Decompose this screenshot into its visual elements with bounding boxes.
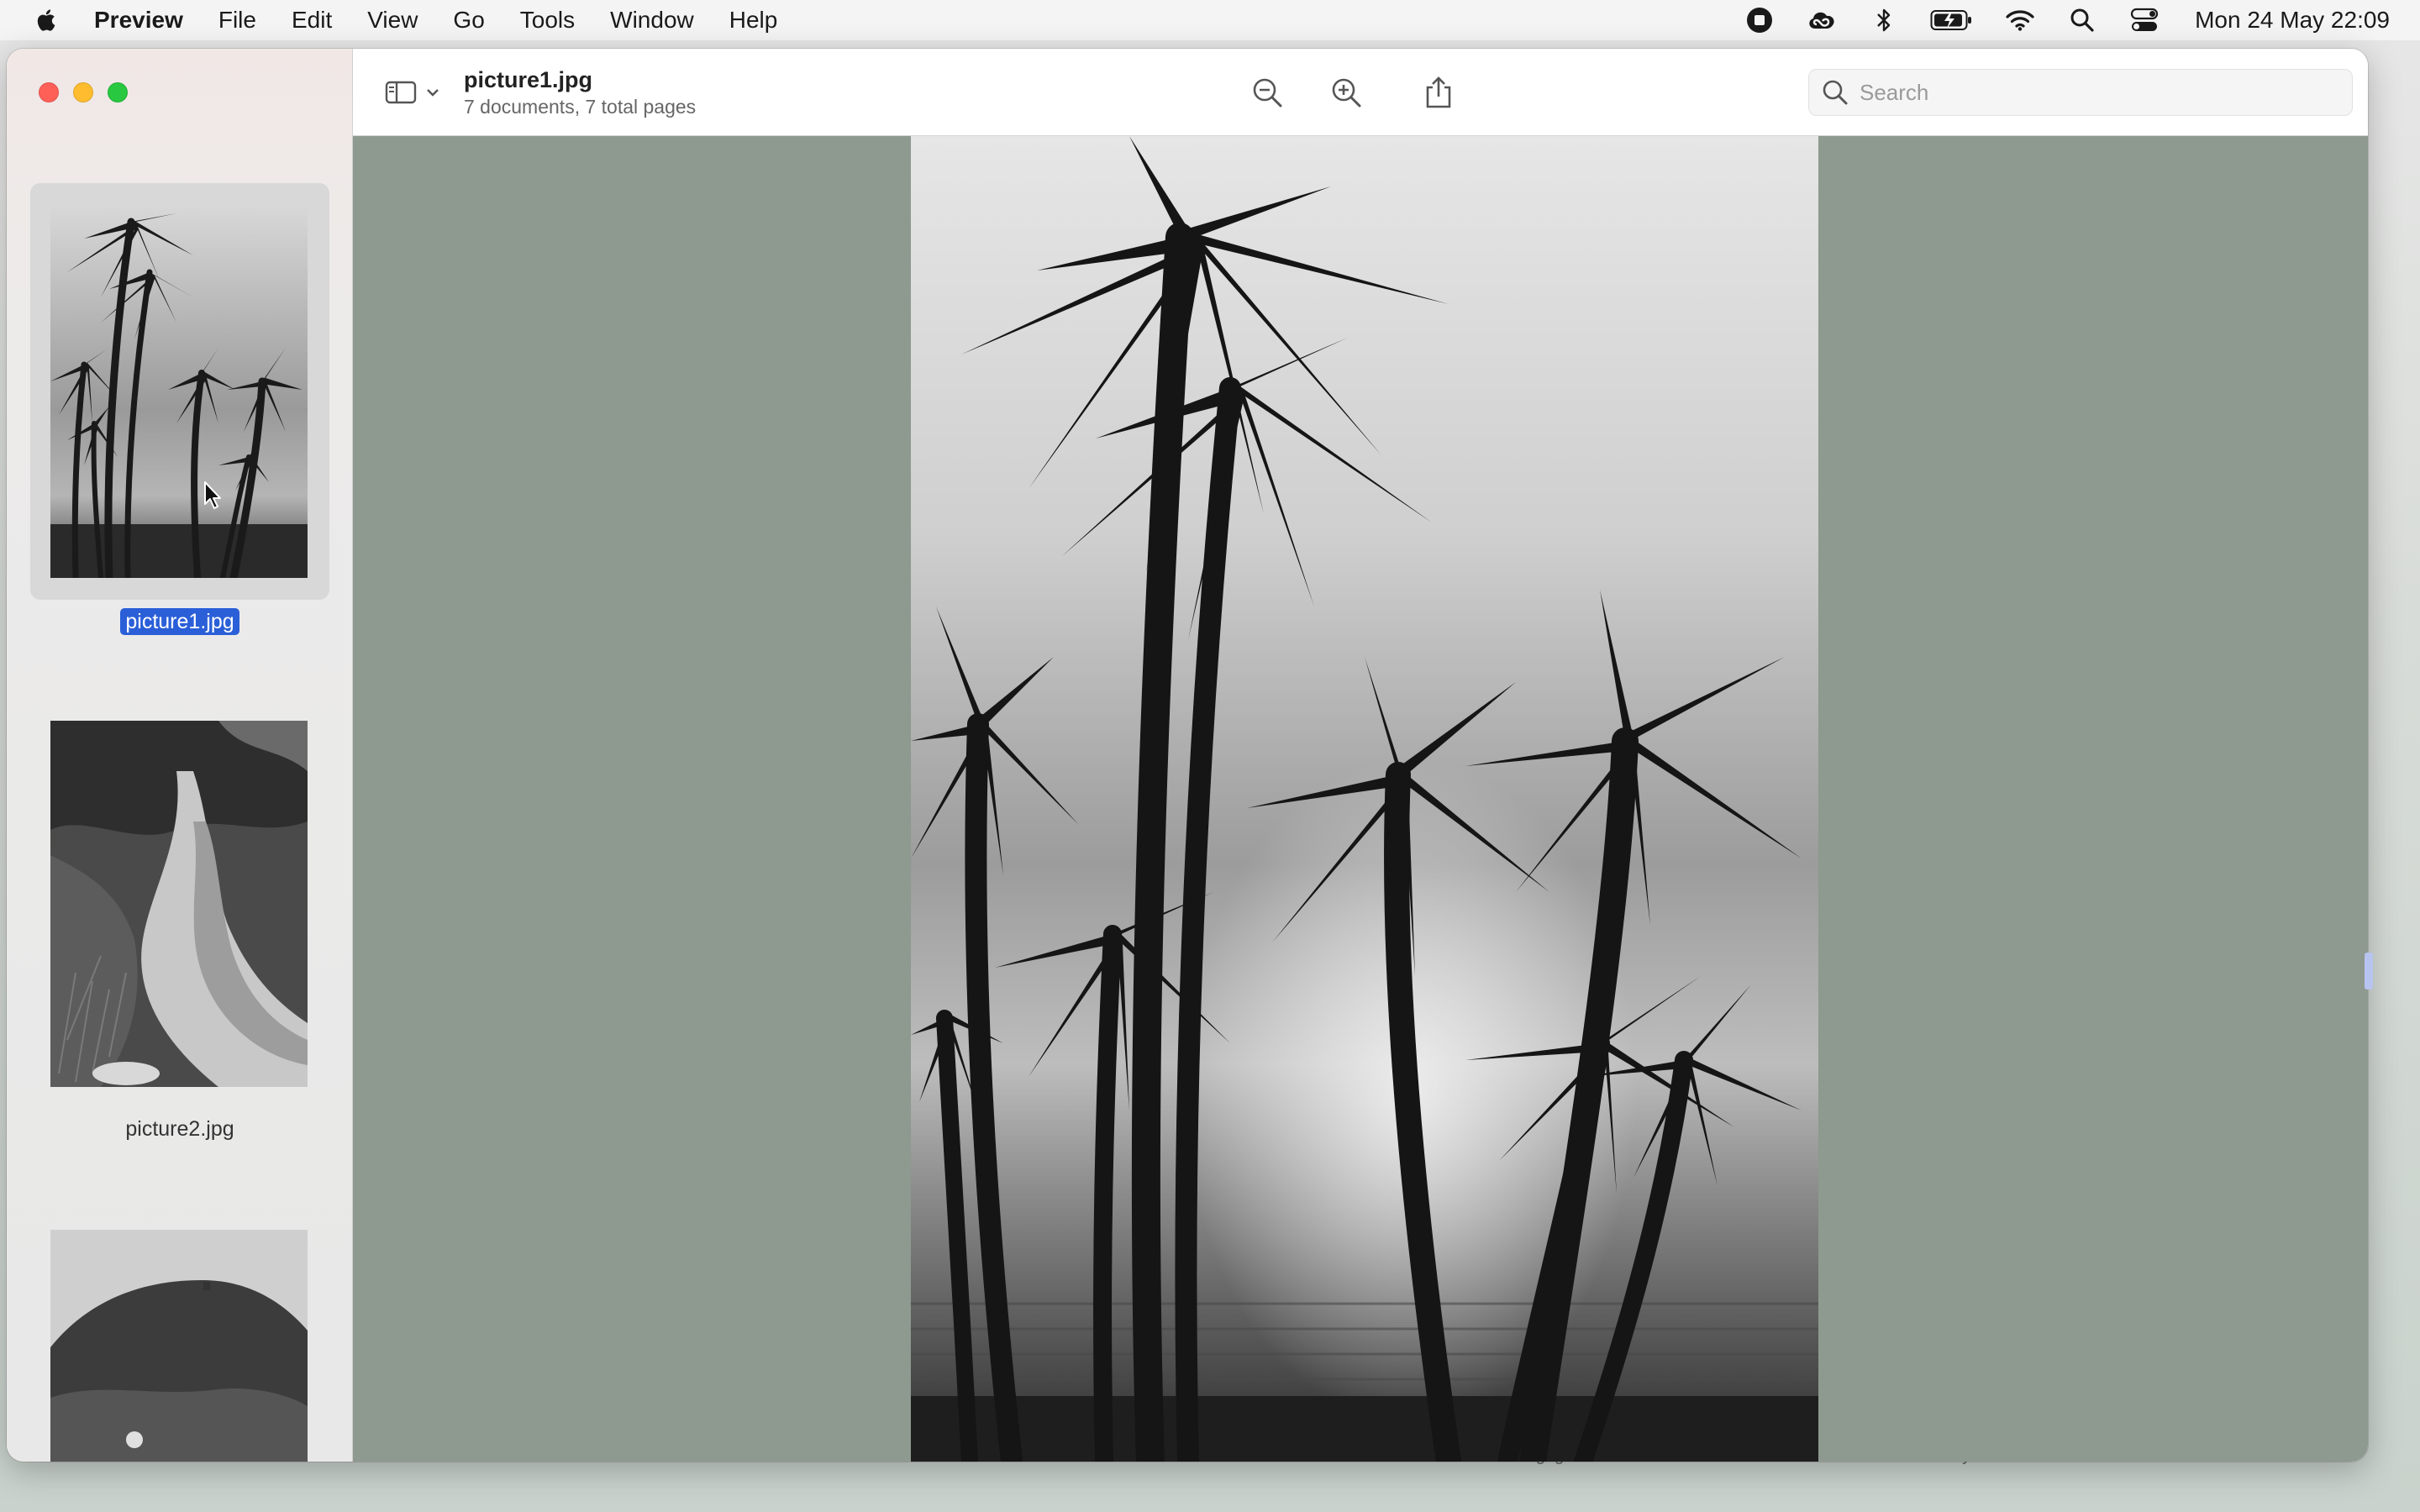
menu-app-preview[interactable]: Preview bbox=[94, 7, 183, 34]
search-icon bbox=[1823, 80, 1848, 105]
preview-window: picture1.jpg picture2.jpg picture1.jpg 7… bbox=[7, 49, 2368, 1462]
thumbnail-image-stream[interactable] bbox=[50, 721, 308, 1087]
zoom-in-button[interactable] bbox=[1328, 74, 1365, 111]
menu-help[interactable]: Help bbox=[729, 7, 778, 34]
thumbnail-sidebar[interactable]: picture1.jpg picture2.jpg bbox=[7, 49, 353, 1462]
menu-tools[interactable]: Tools bbox=[520, 7, 575, 34]
thumbnail-label: picture2.jpg bbox=[30, 1117, 329, 1142]
document-subtitle: 7 documents, 7 total pages bbox=[464, 96, 697, 118]
thumbnail-picture3[interactable] bbox=[30, 1230, 329, 1462]
apple-menu-icon[interactable] bbox=[34, 7, 60, 34]
menu-window[interactable]: Window bbox=[610, 7, 694, 34]
spotlight-icon[interactable] bbox=[2065, 3, 2099, 37]
screen-record-icon[interactable] bbox=[1743, 3, 1776, 37]
thumbnail-filename-selected: picture1.jpg bbox=[120, 608, 239, 635]
mouse-cursor-icon bbox=[204, 481, 221, 509]
thumbnail-picture2[interactable]: picture2.jpg bbox=[30, 721, 329, 1191]
document-title: picture1.jpg bbox=[464, 67, 593, 92]
thumbnail-label: picture1.jpg bbox=[30, 608, 329, 635]
chevron-down-icon bbox=[427, 89, 439, 97]
menubar-clock[interactable]: Mon 24 May 22:09 bbox=[2195, 7, 2390, 34]
minimize-button[interactable] bbox=[73, 82, 93, 102]
zoom-out-button[interactable] bbox=[1249, 74, 1286, 111]
sidebar-icon bbox=[385, 81, 417, 104]
search-input[interactable] bbox=[1860, 79, 2330, 106]
zoom-out-icon bbox=[1253, 78, 1282, 108]
thumbnail-picture1[interactable]: picture1.jpg bbox=[30, 183, 329, 687]
zoom-in-icon bbox=[1332, 78, 1361, 108]
share-icon bbox=[1426, 76, 1451, 108]
wifi-icon[interactable] bbox=[2003, 3, 2037, 37]
search-field[interactable] bbox=[1808, 69, 2353, 116]
menu-file[interactable]: File bbox=[218, 7, 256, 34]
menu-bar: Preview File Edit View Go Tools Window H… bbox=[0, 0, 2420, 40]
battery-icon[interactable] bbox=[1929, 3, 1975, 37]
share-button[interactable] bbox=[1420, 74, 1457, 111]
thumbnail-image-hill[interactable] bbox=[50, 1230, 308, 1462]
sidebar-toggle-button[interactable] bbox=[385, 76, 445, 109]
document-canvas[interactable] bbox=[353, 136, 2368, 1462]
close-button[interactable] bbox=[39, 82, 59, 102]
menu-view[interactable]: View bbox=[367, 7, 418, 34]
main-image-palm-trees[interactable] bbox=[911, 136, 1818, 1462]
zoom-button[interactable] bbox=[108, 82, 128, 102]
bluetooth-icon[interactable] bbox=[1867, 3, 1901, 37]
window-controls bbox=[7, 82, 142, 102]
resize-handle[interactable] bbox=[2365, 953, 2373, 990]
thumbnail-image-palms[interactable] bbox=[50, 205, 308, 578]
menu-edit[interactable]: Edit bbox=[292, 7, 332, 34]
creative-cloud-icon[interactable] bbox=[1805, 3, 1839, 37]
menu-go[interactable]: Go bbox=[453, 7, 484, 34]
control-center-icon[interactable] bbox=[2128, 3, 2161, 37]
thumbnail-filename: picture2.jpg bbox=[125, 1117, 234, 1141]
window-toolbar: picture1.jpg 7 documents, 7 total pages bbox=[353, 49, 2368, 136]
